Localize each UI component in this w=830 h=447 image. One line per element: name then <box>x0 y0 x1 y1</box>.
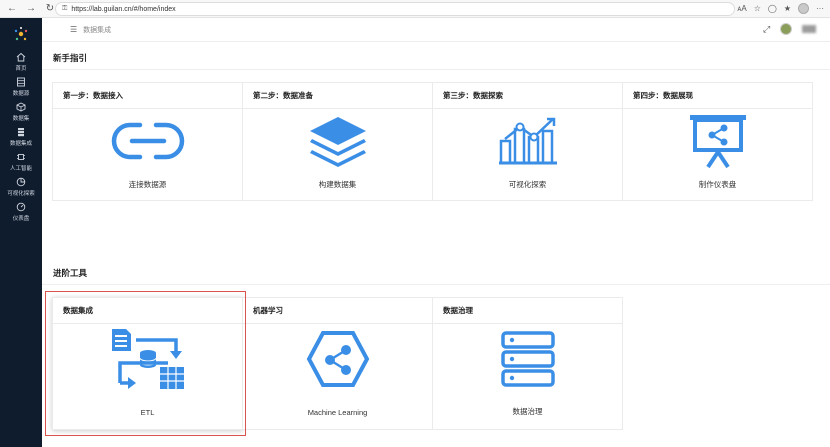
tool-label: Machine Learning <box>307 408 368 417</box>
star-icon[interactable]: ☆ <box>754 4 761 13</box>
step-title: 第三步：数据探索 <box>433 83 622 109</box>
tool-title: 机器学习 <box>243 298 432 324</box>
top-header: ☰ 数据集成 ⤢ ███ <box>42 18 830 42</box>
sidebar-item-home[interactable]: 首页 <box>0 50 42 74</box>
step-card-dashboard[interactable]: 第四步：数据展现 制作仪表盘 <box>622 82 813 201</box>
sidebar-item-dashboard[interactable]: 仪表盘 <box>0 200 42 224</box>
tool-title: 数据治理 <box>433 298 622 324</box>
step-card-explore[interactable]: 第三步：数据探索 可视化探索 <box>432 82 623 201</box>
extension-icon[interactable]: ◯ <box>768 4 777 13</box>
step-label: 构建数据集 <box>318 180 357 189</box>
forward-icon[interactable]: → <box>24 2 38 16</box>
machine-learning-icon <box>306 331 369 387</box>
sidebar-item-label: 数据集成 <box>9 141 32 147</box>
sidebar-item-label: 首页 <box>15 66 27 72</box>
sidebar-item-ai[interactable]: 人工智能 <box>0 150 42 174</box>
sidebar-item-datasource[interactable]: 数据源 <box>0 75 42 99</box>
sidebar-item-integration[interactable]: 数据集成 <box>0 125 42 149</box>
sidebar-item-label: 人工智能 <box>9 166 32 172</box>
link-icon <box>111 122 184 160</box>
sidebar-item-label: 仪表盘 <box>12 216 30 222</box>
browser-toolbar: ← → ↻ ⚿ https://lab.guilan.cn/#/home/ind… <box>0 0 830 18</box>
ai-icon <box>17 154 25 160</box>
step-title: 第二步：数据准备 <box>243 83 432 109</box>
profile-avatar[interactable] <box>798 3 809 14</box>
logo-icon[interactable] <box>13 26 29 42</box>
translate-icon[interactable]: ᴀA <box>737 4 746 13</box>
tools-section-title: 进阶工具 <box>53 268 88 278</box>
tool-label: 数据治理 <box>512 407 543 416</box>
sidebar: 首页 数据源 数据集 数据集成 人工智能 可视化探索 仪表盘 <box>0 18 42 447</box>
visual-explore-icon <box>16 177 26 187</box>
sidebar-item-dataset[interactable]: 数据集 <box>0 100 42 124</box>
url-text: https://lab.guilan.cn/#/home/index <box>71 5 176 13</box>
divider <box>42 69 830 70</box>
step-label: 可视化探索 <box>508 180 547 189</box>
tool-card-data-governance[interactable]: 数据治理 数据治理 <box>432 297 623 430</box>
address-bar[interactable]: ⚿ https://lab.guilan.cn/#/home/index <box>55 2 735 16</box>
data-governance-icon <box>500 331 555 387</box>
guide-section-title: 新手指引 <box>53 53 88 63</box>
step-label: 连接数据源 <box>128 180 167 189</box>
step-title: 第一步：数据接入 <box>53 83 242 109</box>
fullscreen-icon[interactable]: ⤢ <box>763 24 770 35</box>
lock-icon: ⚿ <box>62 5 68 12</box>
presentation-icon <box>689 115 746 169</box>
user-name[interactable]: ███ <box>802 26 816 33</box>
integration-icon <box>18 128 24 137</box>
dataset-icon <box>16 102 26 112</box>
dashboard-icon <box>16 202 26 212</box>
divider <box>42 284 830 285</box>
breadcrumb: 数据集成 <box>83 26 112 34</box>
step-title: 第四步：数据展现 <box>623 83 812 109</box>
favorites-icon[interactable]: ★ <box>784 4 791 13</box>
sidebar-item-label: 数据源 <box>12 91 30 97</box>
step-card-dataset[interactable]: 第二步：数据准备 构建数据集 <box>242 82 433 201</box>
datasource-icon <box>17 77 25 87</box>
sidebar-item-label: 可视化探索 <box>7 191 35 197</box>
highlight-frame <box>45 291 246 436</box>
sidebar-item-visual-explore[interactable]: 可视化探索 <box>0 175 42 199</box>
step-card-connect[interactable]: 第一步：数据接入 连接数据源 <box>52 82 243 201</box>
guide-steps: 第一步：数据接入 连接数据源 第二步：数据准备 构建数据集 第三步：数据探索 可… <box>52 82 813 201</box>
back-icon[interactable]: ← <box>5 2 19 16</box>
more-icon[interactable]: ··· <box>816 4 824 13</box>
sidebar-item-label: 数据集 <box>12 116 30 122</box>
menu-icon[interactable]: ☰ <box>70 25 77 34</box>
step-label: 制作仪表盘 <box>698 180 737 189</box>
avatar[interactable] <box>780 23 793 35</box>
chart-explore-icon <box>498 117 557 165</box>
layers-icon <box>309 117 366 167</box>
home-icon <box>16 52 26 62</box>
tool-card-machine-learning[interactable]: 机器学习 Machine Learning <box>242 297 433 430</box>
